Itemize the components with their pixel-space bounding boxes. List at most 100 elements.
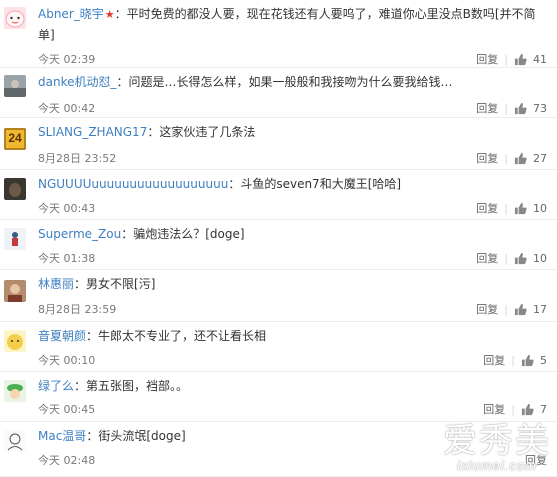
like-count: 10 (533, 251, 547, 265)
comment-colon: ： (86, 429, 99, 443)
comment-text-block: Mac温哥：街头流氓[doge] (38, 426, 547, 446)
comment-item: 24 SLIANG_ZHANG17：这家伙违了几条法 8月28日 23:52 回… (0, 118, 557, 170)
like-button[interactable]: 27 (514, 152, 547, 165)
comment-author-link[interactable]: 绿了么 (38, 379, 74, 393)
comment-time: 今天 00:42 (38, 102, 96, 115)
comment-item: 绿了么：第五张图，裆部。。 今天 00:45 回复 | 7 (0, 372, 557, 422)
thumbs-up-icon (514, 152, 527, 164)
thumbs-up-icon (514, 102, 527, 114)
comment-author-link[interactable]: Abner_晓宇 (38, 7, 104, 21)
photo-avatar[interactable] (4, 75, 26, 97)
reply-button[interactable]: 回复 (476, 301, 498, 317)
reply-button[interactable]: 回复 (476, 100, 498, 116)
action-divider: | (504, 151, 508, 165)
comment-author-link[interactable]: NGUUUUuuuuuuuuuuuuuuuuuu (38, 177, 228, 191)
comment-author-link[interactable]: 音夏朝颜 (38, 329, 86, 343)
reply-button[interactable]: 回复 (476, 51, 498, 67)
dark-photo-avatar[interactable] (4, 178, 26, 200)
thumbs-up-icon (514, 252, 527, 264)
comment-text-block: SLIANG_ZHANG17：这家伙违了几条法 (38, 122, 547, 142)
action-divider: | (511, 402, 515, 416)
comment-text-block: Superme_Zou：骗炮违法么？[doge] (38, 224, 547, 244)
comment-text: 男女不限[污] (86, 277, 156, 291)
comment-colon: ： (114, 7, 127, 21)
comment-colon: ： (147, 125, 160, 139)
action-divider: | (504, 201, 508, 215)
comment-text-block: Abner_晓宇★：平时免费的都没人要，现在花钱还有人要呜了，难道你心里没点B数… (38, 4, 547, 45)
face-sticker-avatar[interactable] (4, 7, 26, 29)
comment-time: 8月28日 23:59 (38, 303, 117, 316)
like-button[interactable]: 10 (514, 252, 547, 265)
action-divider: | (504, 302, 508, 316)
comment-author-link[interactable]: 林惠丽 (38, 277, 74, 291)
like-count: 73 (533, 101, 547, 115)
like-button[interactable]: 7 (521, 403, 547, 416)
like-count: 41 (533, 52, 547, 66)
like-button[interactable]: 17 (514, 303, 547, 316)
comment-text-block: NGUUUUuuuuuuuuuuuuuuuuuu：斗鱼的seven7和大魔王[哈… (38, 174, 547, 194)
comment-colon: ： (74, 379, 87, 393)
like-button[interactable]: 10 (514, 202, 547, 215)
comment-text-block: 林惠丽：男女不限[污] (38, 274, 547, 294)
comment-time: 今天 00:45 (38, 403, 96, 416)
thumbs-up-icon (514, 303, 527, 315)
reply-button[interactable]: 回复 (476, 250, 498, 266)
comment-text: 街头流氓[doge] (98, 429, 186, 443)
comment-actions: 回复 (525, 452, 547, 468)
reply-button[interactable]: 回复 (483, 401, 505, 417)
comment-colon: ： (74, 277, 87, 291)
like-count: 7 (540, 402, 547, 416)
thumbs-up-icon (521, 354, 534, 366)
figure-avatar[interactable] (4, 228, 26, 250)
action-divider: | (504, 101, 508, 115)
comment-time: 今天 02:48 (38, 454, 96, 467)
action-divider: | (504, 52, 508, 66)
comment-time: 今天 02:39 (38, 53, 96, 66)
comment-text: 斗鱼的seven7和大魔王[哈哈] (240, 177, 402, 191)
like-count: 10 (533, 201, 547, 215)
like-count: 27 (533, 151, 547, 165)
comment-author-link[interactable]: Superme_Zou (38, 227, 121, 241)
comment-text: 第五张图，裆部。。 (86, 379, 189, 393)
comment-actions: 回复 | 73 (476, 100, 547, 116)
comment-time: 今天 00:43 (38, 202, 96, 215)
comment-time: 今天 00:10 (38, 354, 96, 367)
comment-author-link[interactable]: Mac温哥 (38, 429, 86, 443)
comment-author-link[interactable]: SLIANG_ZHANG17 (38, 125, 147, 139)
thumbs-up-icon (514, 202, 527, 214)
reply-button[interactable]: 回复 (476, 150, 498, 166)
like-button[interactable]: 73 (514, 102, 547, 115)
like-button[interactable]: 41 (514, 53, 547, 66)
reply-button[interactable]: 回复 (476, 200, 498, 216)
thumbs-up-icon (514, 53, 527, 65)
comment-text: 牛郎太不专业了，还不让看长相 (98, 329, 267, 343)
vip-star-icon: ★ (104, 8, 115, 21)
comment-actions: 回复 | 10 (476, 250, 547, 266)
reply-button[interactable]: 回复 (483, 352, 505, 368)
comment-actions: 回复 | 10 (476, 200, 547, 216)
comment-item: 音夏朝颜：牛郎太不专业了，还不让看长相 今天 00:10 回复 | 5 (0, 322, 557, 372)
comment-item: Superme_Zou：骗炮违法么？[doge] 今天 01:38 回复 | 1… (0, 220, 557, 270)
comment-item: NGUUUUuuuuuuuuuuuuuuuuuu：斗鱼的seven7和大魔王[哈… (0, 170, 557, 220)
comment-colon: ： (116, 75, 129, 89)
comment-item: Abner_晓宇★：平时免费的都没人要，现在花钱还有人要呜了，难道你心里没点B数… (0, 0, 557, 68)
comment-text-block: 绿了么：第五张图，裆部。。 (38, 376, 547, 396)
comment-text-block: danke机动怼_：问题是…长得怎么样，如果一般般和我接吻为什么要我给钱… (38, 72, 547, 92)
green-cartoon-avatar[interactable] (4, 380, 26, 402)
comment-text: 骗炮违法么？[doge] (133, 227, 245, 241)
portrait-avatar[interactable] (4, 280, 26, 302)
like-count: 5 (540, 353, 547, 367)
comment-actions: 回复 | 41 (476, 51, 547, 67)
comment-item: Mac温哥：街头流氓[doge] 今天 02:48 回复 (0, 422, 557, 477)
number-24-avatar[interactable]: 24 (4, 128, 26, 150)
comment-item: danke机动怼_：问题是…长得怎么样，如果一般般和我接吻为什么要我给钱… 今天… (0, 68, 557, 118)
like-count: 17 (533, 302, 547, 316)
action-divider: | (504, 251, 508, 265)
comment-author-link[interactable]: danke机动怼_ (38, 75, 116, 89)
sketch-avatar[interactable] (4, 430, 26, 452)
like-button[interactable]: 5 (521, 354, 547, 367)
comment-actions: 回复 | 27 (476, 150, 547, 166)
reply-button[interactable]: 回复 (525, 452, 547, 468)
comment-text: 这家伙违了几条法 (159, 125, 256, 139)
yellow-cartoon-avatar[interactable] (4, 330, 26, 352)
